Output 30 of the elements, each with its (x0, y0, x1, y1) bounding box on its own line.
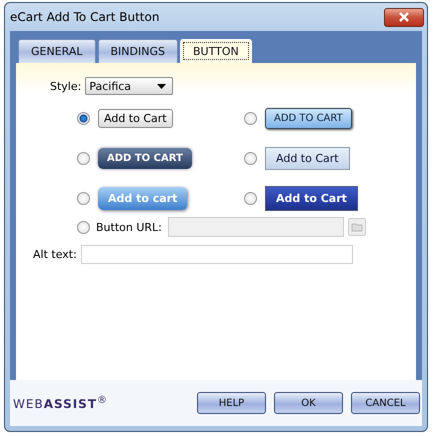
style-dropdown[interactable]: Pacifica (85, 77, 174, 95)
logo: WEBASSIST$^{®}$ (13, 395, 108, 411)
button-preview: Add to Cart (98, 108, 173, 128)
dialog-button[interactable]: OK (274, 392, 343, 414)
alt-text-field[interactable] (80, 245, 353, 264)
dialog-button[interactable]: HELP (197, 392, 266, 414)
button-preview: Add to Cart (265, 146, 350, 170)
button-url-label: Button URL: (96, 220, 162, 234)
radio-button[interactable] (77, 192, 90, 204)
radio-button[interactable] (244, 152, 257, 164)
tab[interactable]: GENERAL (18, 39, 96, 63)
radio-button[interactable] (77, 152, 90, 164)
radio-button[interactable] (244, 192, 257, 204)
tab[interactable]: BINDINGS (98, 39, 178, 63)
style-label: Style: (50, 80, 82, 92)
radio-button[interactable] (244, 112, 257, 124)
alt-text-label: Alt text: (33, 248, 77, 261)
radio-button[interactable] (77, 112, 90, 124)
dialog-button[interactable]: CANCEL (351, 392, 420, 414)
tab[interactable]: BUTTON (180, 39, 252, 63)
button-preview: ADD TO CART (265, 108, 352, 128)
button-preview: ADD TO CART (98, 148, 192, 168)
folder-icon[interactable] (348, 218, 366, 236)
caret-icon (157, 84, 166, 88)
radio-button[interactable] (77, 220, 90, 234)
button-preview: Add to cart (98, 186, 188, 210)
window-title: eCart Add To Cart Button (10, 10, 160, 24)
close-button[interactable] (384, 8, 424, 26)
button-preview: Add to Cart (265, 186, 358, 210)
close-icon (398, 12, 410, 22)
